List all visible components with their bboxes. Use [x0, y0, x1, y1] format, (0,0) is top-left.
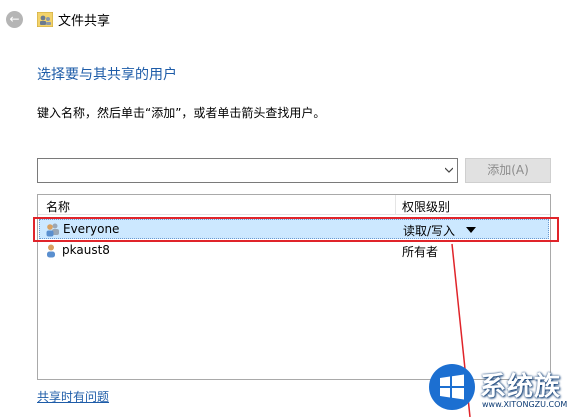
add-button[interactable]: 添加(A)	[465, 158, 551, 183]
row-permission: 所有者	[402, 245, 439, 259]
watermark-domain: www.XITONGZU.COM	[482, 400, 568, 409]
page-heading: 选择要与其共享的用户	[37, 67, 177, 83]
column-header-permission[interactable]: 权限级别	[402, 198, 450, 215]
watermark-text: 系统族	[480, 372, 562, 402]
watermark: 系统族 www.XITONGZU.COM	[428, 360, 580, 417]
share-users-icon	[37, 12, 53, 27]
row-user-name: pkaust8	[62, 243, 110, 257]
list-row-pkaust8[interactable]: pkaust8 所有者	[39, 241, 549, 261]
back-arrow-icon[interactable]: ←	[6, 11, 23, 28]
windows-logo-icon	[429, 364, 475, 410]
window-title: 文件共享	[58, 14, 111, 29]
user-icon	[47, 244, 55, 258]
user-name-combobox[interactable]	[37, 158, 458, 183]
title-bar: ← 文件共享	[0, 0, 580, 38]
help-link[interactable]: 共享时有问题	[37, 388, 109, 405]
annotation-highlight-box	[33, 217, 559, 242]
chevron-down-icon[interactable]	[445, 166, 453, 174]
list-header: 名称 权限级别	[38, 195, 550, 215]
column-separator[interactable]	[395, 195, 396, 215]
instruction-text: 键入名称，然后单击“添加”，或者单击箭头查找用户。	[37, 106, 326, 120]
column-header-name[interactable]: 名称	[46, 198, 70, 215]
